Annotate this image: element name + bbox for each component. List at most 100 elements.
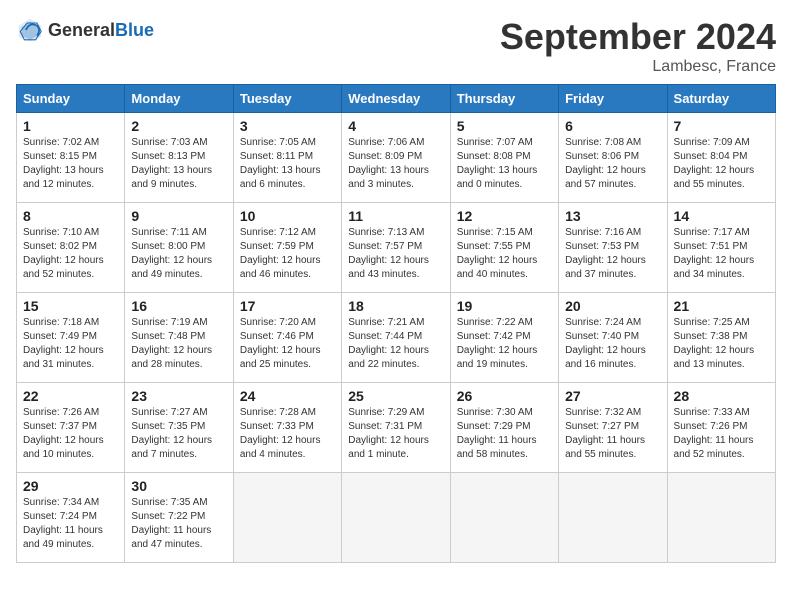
day-number: 3 — [240, 118, 335, 134]
logo-icon — [16, 16, 44, 44]
day-detail: Sunrise: 7:32 AMSunset: 7:27 PMDaylight:… — [565, 407, 645, 460]
day-detail: Sunrise: 7:21 AMSunset: 7:44 PMDaylight:… — [348, 317, 429, 370]
logo-wordmark: GeneralBlue — [48, 20, 154, 41]
calendar-cell — [342, 473, 450, 563]
calendar-cell: 2 Sunrise: 7:03 AMSunset: 8:13 PMDaylight… — [125, 113, 233, 203]
calendar-cell: 1 Sunrise: 7:02 AMSunset: 8:15 PMDaylight… — [17, 113, 125, 203]
day-detail: Sunrise: 7:28 AMSunset: 7:33 PMDaylight:… — [240, 407, 321, 460]
month-year-title: September 2024 — [500, 16, 776, 58]
calendar-cell: 13 Sunrise: 7:16 AMSunset: 7:53 PMDayligh… — [559, 203, 667, 293]
day-number: 28 — [674, 388, 769, 404]
calendar-cell — [233, 473, 341, 563]
calendar-cell: 7Sunrise: 7:09 AMSunset: 8:04 PMDaylight… — [667, 113, 775, 203]
calendar-cell — [559, 473, 667, 563]
weekday-header-friday: Friday — [559, 85, 667, 113]
calendar-cell: 21 Sunrise: 7:25 AMSunset: 7:38 PMDayligh… — [667, 293, 775, 383]
weekday-header-monday: Monday — [125, 85, 233, 113]
calendar-cell: 29 Sunrise: 7:34 AMSunset: 7:24 PMDayligh… — [17, 473, 125, 563]
weekday-header-tuesday: Tuesday — [233, 85, 341, 113]
calendar-cell: 5 Sunrise: 7:07 AMSunset: 8:08 PMDaylight… — [450, 113, 558, 203]
day-detail: Sunrise: 7:05 AMSunset: 8:11 PMDaylight:… — [240, 137, 321, 190]
day-number: 24 — [240, 388, 335, 404]
calendar-cell: 4Sunrise: 7:06 AMSunset: 8:09 PMDaylight… — [342, 113, 450, 203]
location-subtitle: Lambesc, France — [500, 58, 776, 76]
calendar-table: SundayMondayTuesdayWednesdayThursdayFrid… — [16, 84, 776, 563]
day-detail: Sunrise: 7:30 AMSunset: 7:29 PMDaylight:… — [457, 407, 537, 460]
day-detail: Sunrise: 7:25 AMSunset: 7:38 PMDaylight:… — [674, 317, 755, 370]
day-number: 8 — [23, 208, 118, 224]
day-number: 5 — [457, 118, 552, 134]
calendar-cell: 28Sunrise: 7:33 AMSunset: 7:26 PMDayligh… — [667, 383, 775, 473]
calendar-cell: 25 Sunrise: 7:29 AMSunset: 7:31 PMDayligh… — [342, 383, 450, 473]
day-detail: Sunrise: 7:16 AMSunset: 7:53 PMDaylight:… — [565, 227, 646, 280]
weekday-header-wednesday: Wednesday — [342, 85, 450, 113]
day-number: 22 — [23, 388, 118, 404]
day-number: 17 — [240, 298, 335, 314]
day-number: 14 — [674, 208, 769, 224]
day-number: 20 — [565, 298, 660, 314]
calendar-cell: 17 Sunrise: 7:20 AMSunset: 7:46 PMDayligh… — [233, 293, 341, 383]
day-number: 26 — [457, 388, 552, 404]
calendar-cell: 6Sunrise: 7:08 AMSunset: 8:06 PMDaylight… — [559, 113, 667, 203]
day-number: 16 — [131, 298, 226, 314]
calendar-cell: 26 Sunrise: 7:30 AMSunset: 7:29 PMDayligh… — [450, 383, 558, 473]
day-detail: Sunrise: 7:07 AMSunset: 8:08 PMDaylight:… — [457, 137, 538, 190]
day-number: 2 — [131, 118, 226, 134]
calendar-cell: 19Sunrise: 7:22 AMSunset: 7:42 PMDayligh… — [450, 293, 558, 383]
day-number: 7 — [674, 118, 769, 134]
calendar-cell: 22 Sunrise: 7:26 AMSunset: 7:37 PMDayligh… — [17, 383, 125, 473]
day-detail: Sunrise: 7:15 AMSunset: 7:55 PMDaylight:… — [457, 227, 538, 280]
calendar-cell: 24 Sunrise: 7:28 AMSunset: 7:33 PMDayligh… — [233, 383, 341, 473]
day-detail: Sunrise: 7:10 AMSunset: 8:02 PMDaylight:… — [23, 227, 104, 280]
calendar-cell: 23Sunrise: 7:27 AMSunset: 7:35 PMDayligh… — [125, 383, 233, 473]
day-detail: Sunrise: 7:18 AMSunset: 7:49 PMDaylight:… — [23, 317, 104, 370]
calendar-cell: 9Sunrise: 7:11 AMSunset: 8:00 PMDaylight… — [125, 203, 233, 293]
day-number: 21 — [674, 298, 769, 314]
calendar-week-2: 8 Sunrise: 7:10 AMSunset: 8:02 PMDaylight… — [17, 203, 776, 293]
logo-blue-text: Blue — [115, 20, 154, 40]
day-detail: Sunrise: 7:29 AMSunset: 7:31 PMDaylight:… — [348, 407, 429, 460]
day-detail: Sunrise: 7:26 AMSunset: 7:37 PMDaylight:… — [23, 407, 104, 460]
calendar-cell — [667, 473, 775, 563]
day-number: 25 — [348, 388, 443, 404]
day-number: 18 — [348, 298, 443, 314]
day-number: 30 — [131, 478, 226, 494]
calendar-cell: 11Sunrise: 7:13 AMSunset: 7:57 PMDayligh… — [342, 203, 450, 293]
calendar-cell: 3 Sunrise: 7:05 AMSunset: 8:11 PMDaylight… — [233, 113, 341, 203]
day-number: 27 — [565, 388, 660, 404]
calendar-week-5: 29 Sunrise: 7:34 AMSunset: 7:24 PMDayligh… — [17, 473, 776, 563]
weekday-header-sunday: Sunday — [17, 85, 125, 113]
calendar-cell: 18 Sunrise: 7:21 AMSunset: 7:44 PMDayligh… — [342, 293, 450, 383]
day-detail: Sunrise: 7:19 AMSunset: 7:48 PMDaylight:… — [131, 317, 212, 370]
day-number: 1 — [23, 118, 118, 134]
day-detail: Sunrise: 7:34 AMSunset: 7:24 PMDaylight:… — [23, 497, 103, 550]
day-detail: Sunrise: 7:27 AMSunset: 7:35 PMDaylight:… — [131, 407, 212, 460]
day-number: 12 — [457, 208, 552, 224]
day-detail: Sunrise: 7:24 AMSunset: 7:40 PMDaylight:… — [565, 317, 646, 370]
calendar-cell: 8 Sunrise: 7:10 AMSunset: 8:02 PMDaylight… — [17, 203, 125, 293]
calendar-cell: 20 Sunrise: 7:24 AMSunset: 7:40 PMDayligh… — [559, 293, 667, 383]
day-detail: Sunrise: 7:03 AMSunset: 8:13 PMDaylight:… — [131, 137, 212, 190]
weekday-header-saturday: Saturday — [667, 85, 775, 113]
day-detail: Sunrise: 7:17 AMSunset: 7:51 PMDaylight:… — [674, 227, 755, 280]
day-detail: Sunrise: 7:02 AMSunset: 8:15 PMDaylight:… — [23, 137, 104, 190]
calendar-cell: 16 Sunrise: 7:19 AMSunset: 7:48 PMDayligh… — [125, 293, 233, 383]
day-number: 13 — [565, 208, 660, 224]
day-detail: Sunrise: 7:20 AMSunset: 7:46 PMDaylight:… — [240, 317, 321, 370]
title-area: September 2024 Lambesc, France — [500, 16, 776, 76]
calendar-cell: 15Sunrise: 7:18 AMSunset: 7:49 PMDayligh… — [17, 293, 125, 383]
day-number: 10 — [240, 208, 335, 224]
header: GeneralBlue September 2024 Lambesc, Fran… — [16, 16, 776, 76]
weekday-header-thursday: Thursday — [450, 85, 558, 113]
day-detail: Sunrise: 7:12 AMSunset: 7:59 PMDaylight:… — [240, 227, 321, 280]
day-detail: Sunrise: 7:13 AMSunset: 7:57 PMDaylight:… — [348, 227, 429, 280]
day-number: 29 — [23, 478, 118, 494]
logo-general-text: General — [48, 20, 115, 40]
calendar-cell: 12 Sunrise: 7:15 AMSunset: 7:55 PMDayligh… — [450, 203, 558, 293]
calendar-cell — [450, 473, 558, 563]
calendar-week-1: 1 Sunrise: 7:02 AMSunset: 8:15 PMDaylight… — [17, 113, 776, 203]
logo: GeneralBlue — [16, 16, 154, 44]
calendar-cell: 27 Sunrise: 7:32 AMSunset: 7:27 PMDayligh… — [559, 383, 667, 473]
day-number: 4 — [348, 118, 443, 134]
day-number: 19 — [457, 298, 552, 314]
